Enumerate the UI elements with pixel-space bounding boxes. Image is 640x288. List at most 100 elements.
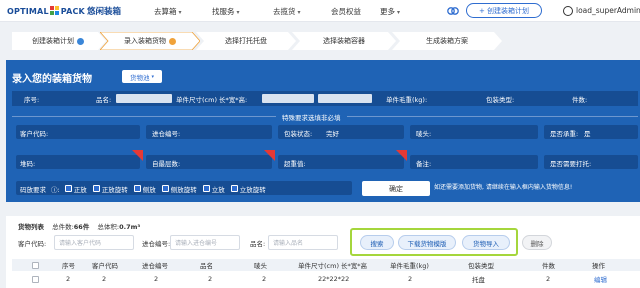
option-side-rotate[interactable]: 侧放旋转 — [161, 184, 197, 194]
package-status-value: 完好 — [326, 129, 339, 138]
label-index: 序号: — [24, 95, 40, 104]
label-self-layers: 自最层数: — [152, 159, 181, 168]
col-qty: 件数 — [542, 262, 555, 270]
option-stand[interactable]: 立放 — [202, 184, 225, 194]
total-volume: 0.7m³ — [119, 223, 141, 231]
search-button[interactable]: 搜索 — [360, 235, 394, 250]
download-template-button[interactable]: 下载货物模版 — [398, 235, 456, 250]
logo[interactable]: OPTIMAL PACK 悠闲装箱 — [7, 4, 121, 18]
col-customer: 客户代码 — [92, 262, 118, 270]
nav-item-service[interactable]: 找服务 ▾ — [212, 6, 240, 17]
label-package-type: 包装类型: — [486, 95, 515, 104]
logo-text: OPTIMAL — [7, 6, 49, 16]
help-icon: ⓘ: — [51, 185, 60, 194]
col-mark: 唛头 — [254, 262, 267, 270]
label-search-entry: 进仓编号: — [142, 240, 171, 248]
col-size: 单件尺寸(cm) 长*宽*高 — [298, 262, 368, 270]
cell-no: 2 — [66, 275, 71, 283]
nav-item-member[interactable]: 会员权益 — [331, 6, 361, 17]
label-search-customer: 客户代码: — [18, 240, 47, 248]
select-all-checkbox[interactable] — [32, 261, 39, 269]
cell-entry: 2 — [154, 275, 159, 283]
label-search-name: 品名: — [250, 240, 266, 248]
option-stand-rotate[interactable]: 立放旋转 — [230, 184, 266, 194]
label-need-pallet: 是否需要打托: — [550, 159, 592, 168]
bearing-value: 是 — [584, 129, 591, 138]
cell-mark: 2 — [262, 275, 267, 283]
label-remark: 备注: — [416, 159, 432, 168]
table-header: 序号 客户代码 进仓编号 品名 唛头 单件尺寸(cm) 长*宽*高 单件毛重(k… — [12, 259, 640, 271]
import-button[interactable]: 货物导入 — [462, 235, 510, 250]
cell-weight: 2 — [408, 275, 413, 283]
checkbox-icon — [92, 185, 100, 192]
new-badge-icon — [264, 150, 275, 161]
col-package: 包装类型 — [468, 262, 494, 270]
cargo-entry-panel: 录入您的装箱货物 货物池 ▾ 序号: 品名: 单件尺寸(cm) 长*宽*高: 单件… — [6, 60, 640, 202]
total-pieces: 66件 — [73, 223, 90, 231]
col-weight: 单件毛重(kg) — [390, 262, 429, 270]
option-side[interactable]: 侧放 — [133, 184, 156, 194]
check-icon — [77, 37, 84, 45]
label-quantity: 件数: — [572, 95, 588, 104]
new-plan-button[interactable]: + 创建装箱计划 — [466, 3, 542, 18]
nav-item-calc[interactable]: 去算箱 ▾ — [154, 6, 182, 17]
search-customer-input[interactable]: 请输入客户代码 — [54, 235, 134, 250]
current-dot-icon — [169, 37, 176, 45]
step-select-pallet[interactable]: 选择打托托盘 — [196, 32, 296, 50]
step-create-plan[interactable]: 创建装箱计划 — [10, 32, 106, 50]
label-package-status: 包装状态: — [284, 129, 313, 138]
label-size: 单件尺寸(cm) 长*宽*高: — [176, 95, 248, 104]
logo-text-pack: PACK — [60, 6, 85, 16]
cell-package: 托盘 — [472, 276, 485, 284]
new-badge-icon — [396, 150, 407, 161]
cell-name: 2 — [208, 275, 213, 283]
length-input[interactable] — [262, 94, 314, 103]
avatar-icon — [563, 5, 573, 16]
page-title: 录入您的装箱货物 — [12, 74, 92, 85]
col-name: 品名 — [200, 262, 213, 270]
top-nav: OPTIMAL PACK 悠闲装箱 去算箱 ▾ 找服务 ▾ 去揽货 ▾ 会员权益 更多… — [0, 0, 640, 22]
checkbox-icon — [230, 185, 238, 192]
step-enter-cargo[interactable]: 录入装箱货物 — [100, 32, 200, 50]
nav-item-cargo[interactable]: 去揽货 ▾ — [273, 6, 301, 17]
special-section-title: 特殊要求选填非必填 — [276, 112, 347, 122]
row-checkbox[interactable] — [32, 275, 39, 283]
option-upright[interactable]: 正放 — [64, 184, 87, 194]
step-select-container[interactable]: 选择装箱容器 — [292, 32, 396, 50]
search-name-input[interactable]: 请输入品名 — [268, 235, 338, 250]
nav-item-more[interactable]: 更多 ▾ — [380, 6, 400, 17]
list-title: 货物列表 — [18, 223, 44, 231]
col-entry: 进仓编号 — [142, 262, 168, 270]
edit-link[interactable]: 编辑 — [594, 273, 607, 285]
confirm-button[interactable]: 确定 — [362, 181, 430, 196]
label-entry-no: 进仓编号: — [152, 129, 181, 138]
cell-qty: 2 — [546, 275, 551, 283]
username: load_superAdmin — [576, 6, 640, 15]
label-overweight: 超重值: — [284, 159, 306, 168]
checkbox-icon — [133, 185, 141, 192]
cargo-list: 货物列表 总件数:66件 总体积:0.7m³ 客户代码: 请输入客户代码 进仓编… — [6, 216, 640, 288]
search-entry-input[interactable]: 请输入进仓编号 — [170, 235, 240, 250]
list-summary: 货物列表 总件数:66件 总体积:0.7m³ — [18, 223, 141, 231]
delete-button[interactable]: 删除 — [522, 235, 552, 250]
label-customer-code-text: 客户代码: — [20, 129, 49, 138]
table-row: 2 2 2 2 2 22*22*22 2 托盘 2 编辑 — [12, 273, 640, 285]
width-height-input[interactable] — [318, 94, 372, 103]
link-icon[interactable] — [446, 4, 460, 18]
main-fields-row: 序号: 品名: 单件尺寸(cm) 长*宽*高: 单件毛重(kg): 包装类型: … — [12, 91, 638, 106]
step-generate-plan[interactable]: 生成装箱方案 — [392, 32, 502, 50]
step-bar: 创建装箱计划 录入装箱货物 选择打托托盘 选择装箱容器 生成装箱方案 — [0, 30, 640, 54]
logo-text-cn: 悠闲装箱 — [86, 7, 121, 17]
special-row-2: 堆码: 自最层数: 超重值: 备注: 是否需要打托: — [12, 150, 638, 171]
placement-row: 码放要求 ⓘ: 正放 正放旋转 侧放 侧放旋转 立放 立放旋转 — [12, 180, 352, 197]
cargo-pool-button[interactable]: 货物池 ▾ — [122, 70, 162, 83]
col-op: 操作 — [592, 262, 605, 270]
option-upright-rotate[interactable]: 正放旋转 — [92, 184, 128, 194]
col-index: 序号 — [62, 262, 75, 270]
checkbox-icon — [64, 185, 72, 192]
checkbox-icon — [161, 185, 169, 192]
label-bearing: 是否承重: — [550, 129, 579, 138]
special-row-1: 客户代码: 客户代码: 进仓编号: 包装状态: 完好 唛头: 是否承重: 是 — [12, 124, 638, 141]
user-menu[interactable]: load_superAdmin — [563, 3, 640, 18]
name-input[interactable] — [116, 94, 172, 103]
